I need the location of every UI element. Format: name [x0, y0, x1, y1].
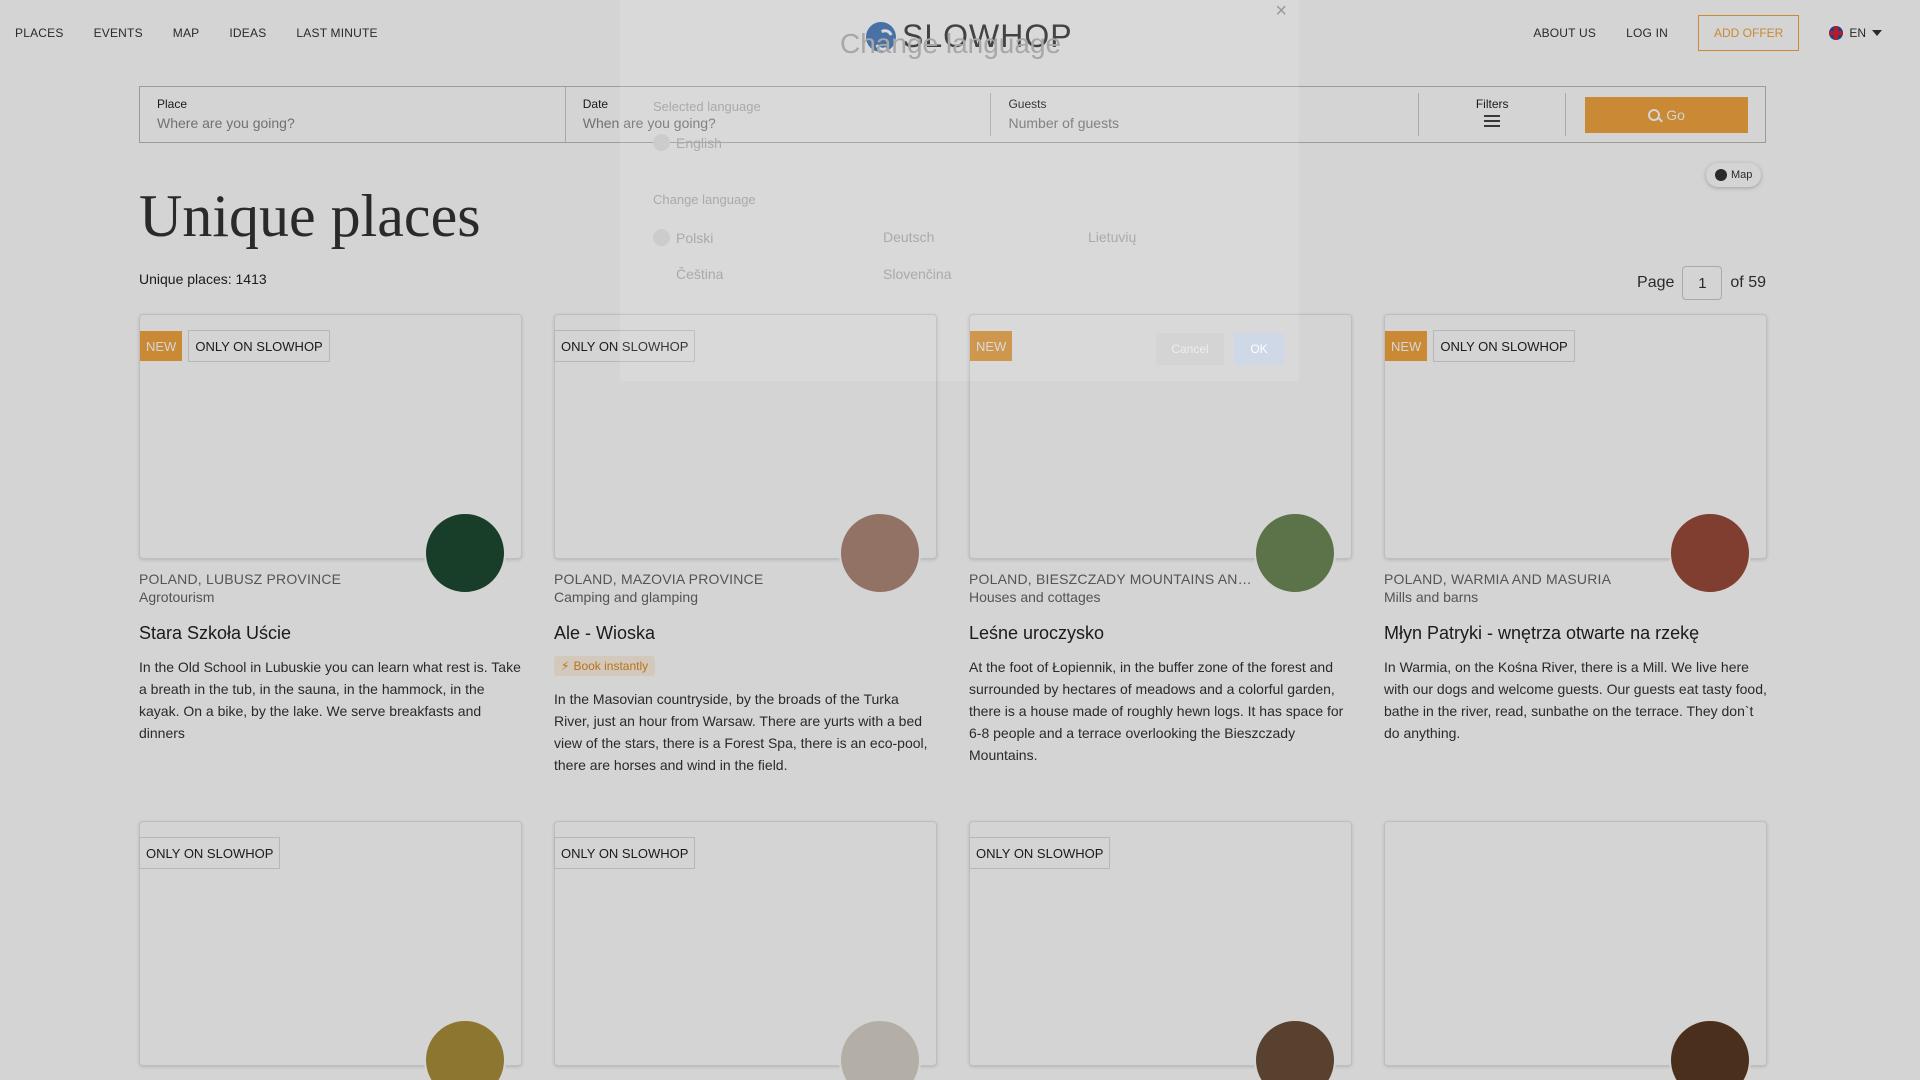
ok-button[interactable]: OK	[1234, 333, 1284, 365]
uk-flag-icon	[653, 134, 670, 151]
cancel-button[interactable]: Cancel	[1156, 333, 1224, 365]
poland-flag-icon	[653, 229, 670, 246]
language-option-label: Lietuvių	[1088, 229, 1137, 245]
language-option-lietuviu[interactable]: Lietuvių	[1088, 229, 1136, 245]
selected-language-label: Selected language	[653, 99, 761, 114]
language-modal: Change language × Selected language Engl…	[620, 0, 1299, 381]
modal-title: Change language	[840, 28, 1062, 59]
change-language-label: Change language	[653, 192, 756, 207]
language-option-label: Polski	[676, 229, 714, 246]
language-option-slovencina[interactable]: Slovenčina	[883, 266, 952, 282]
language-option-label: Slovenčina	[883, 266, 952, 282]
selected-language: English	[653, 134, 722, 151]
selected-language-name: English	[676, 134, 722, 151]
language-option-label: Deutsch	[883, 229, 935, 245]
language-option-label: Čeština	[676, 266, 724, 282]
language-option-polski[interactable]: Polski	[653, 229, 713, 246]
language-option-deutsch[interactable]: Deutsch	[883, 229, 934, 245]
close-icon[interactable]: ×	[1275, 0, 1287, 23]
language-option-cestina[interactable]: Čeština	[676, 266, 723, 282]
